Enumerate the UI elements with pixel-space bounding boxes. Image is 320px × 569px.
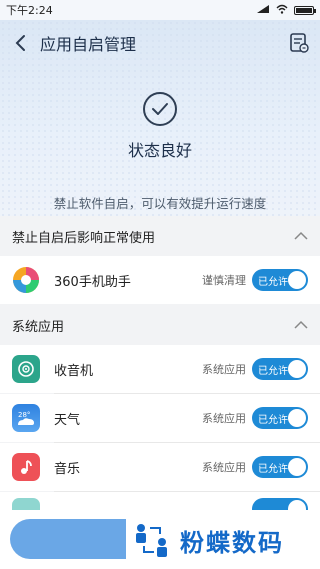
- toggle-knob: [288, 360, 306, 378]
- radio-icon: [12, 355, 40, 383]
- app-name: 360手机助手: [54, 274, 131, 290]
- autostart-toggle[interactable]: [252, 498, 308, 510]
- wifi-icon: [276, 4, 288, 17]
- check-circle-icon: [143, 92, 177, 126]
- status-icons: [256, 4, 316, 17]
- 360-assistant-icon: [12, 266, 40, 294]
- battery-icon: [294, 5, 316, 15]
- status-time: 下午2:24: [6, 4, 53, 17]
- svg-text:28°: 28°: [18, 411, 30, 419]
- bottom-bar: 粉蝶数码: [0, 510, 320, 569]
- chevron-up-icon: [294, 231, 308, 240]
- autostart-toggle[interactable]: 已允许: [252, 358, 308, 380]
- list-item[interactable]: 360手机助手 谨慎清理 已允许: [0, 256, 320, 304]
- bottom-action-button[interactable]: [10, 519, 126, 559]
- autostart-toggle[interactable]: 已允许: [252, 269, 308, 291]
- section-header-affects-usage[interactable]: 禁止自启后影响正常使用: [0, 216, 320, 256]
- header-hero: 应用自启管理 状态良好 禁止软件自启，可以有效提升运行速度: [0, 20, 320, 216]
- app-name: 收音机: [54, 363, 94, 379]
- log-button[interactable]: [288, 32, 310, 54]
- watermark: 粉蝶数码: [132, 522, 284, 558]
- toggle-knob: [288, 409, 306, 427]
- watermark-text: 粉蝶数码: [180, 528, 284, 557]
- nav-bar: 应用自启管理: [0, 20, 320, 66]
- app-name: 音乐: [54, 461, 81, 477]
- app-note: 系统应用: [202, 363, 246, 376]
- list-item[interactable]: 收音机 系统应用 已允许: [0, 345, 320, 393]
- tag-icon: [12, 498, 40, 510]
- weather-icon: 28°: [12, 404, 40, 432]
- signal-icon: [256, 4, 270, 17]
- toggle-label: 已允许: [258, 276, 288, 288]
- status-bar: 下午2:24: [0, 0, 320, 20]
- toggle-label: 已允许: [258, 365, 288, 377]
- toggle-knob: [288, 271, 306, 289]
- page-title: 应用自启管理: [40, 35, 137, 54]
- section-label: 系统应用: [12, 319, 65, 335]
- list-item[interactable]: 28° 天气 系统应用 已允许: [0, 394, 320, 442]
- watermark-logo-icon: [136, 524, 167, 557]
- app-note: 谨慎清理: [202, 274, 246, 287]
- app-note: 系统应用: [202, 412, 246, 425]
- toggle-knob: [288, 458, 306, 476]
- toggle-label: 已允许: [258, 463, 288, 475]
- autostart-toggle[interactable]: 已允许: [252, 456, 308, 478]
- toggle-knob: [288, 500, 306, 510]
- section-label: 禁止自启后影响正常使用: [12, 230, 156, 246]
- toggle-label: 已允许: [258, 414, 288, 426]
- chevron-up-icon: [294, 320, 308, 329]
- status-label: 状态良好: [127, 141, 192, 160]
- app-note: 系统应用: [202, 461, 246, 474]
- list-item[interactable]: [0, 492, 320, 510]
- chevron-left-icon: [15, 35, 25, 51]
- tip-label: 禁止软件自启，可以有效提升运行速度: [53, 196, 267, 211]
- section-header-system-apps[interactable]: 系统应用: [0, 305, 320, 345]
- music-icon: [12, 453, 40, 481]
- app-name: 天气: [54, 412, 81, 428]
- list-item[interactable]: 音乐 系统应用 已允许: [0, 443, 320, 491]
- back-button[interactable]: [10, 31, 30, 55]
- document-list-icon: [290, 33, 309, 53]
- autostart-toggle[interactable]: 已允许: [252, 407, 308, 429]
